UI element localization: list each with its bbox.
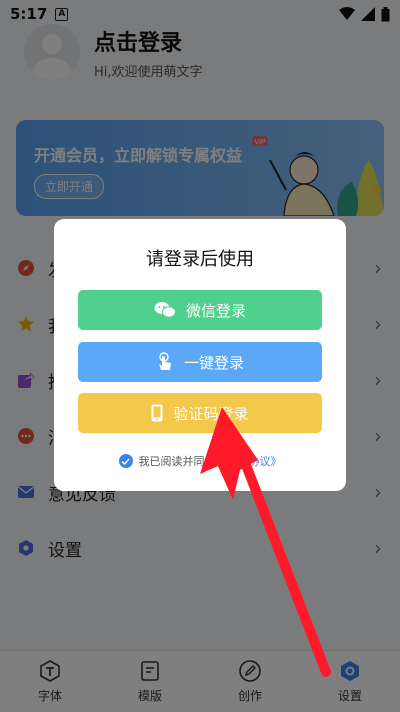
pointer-arrow-icon [200,407,331,677]
